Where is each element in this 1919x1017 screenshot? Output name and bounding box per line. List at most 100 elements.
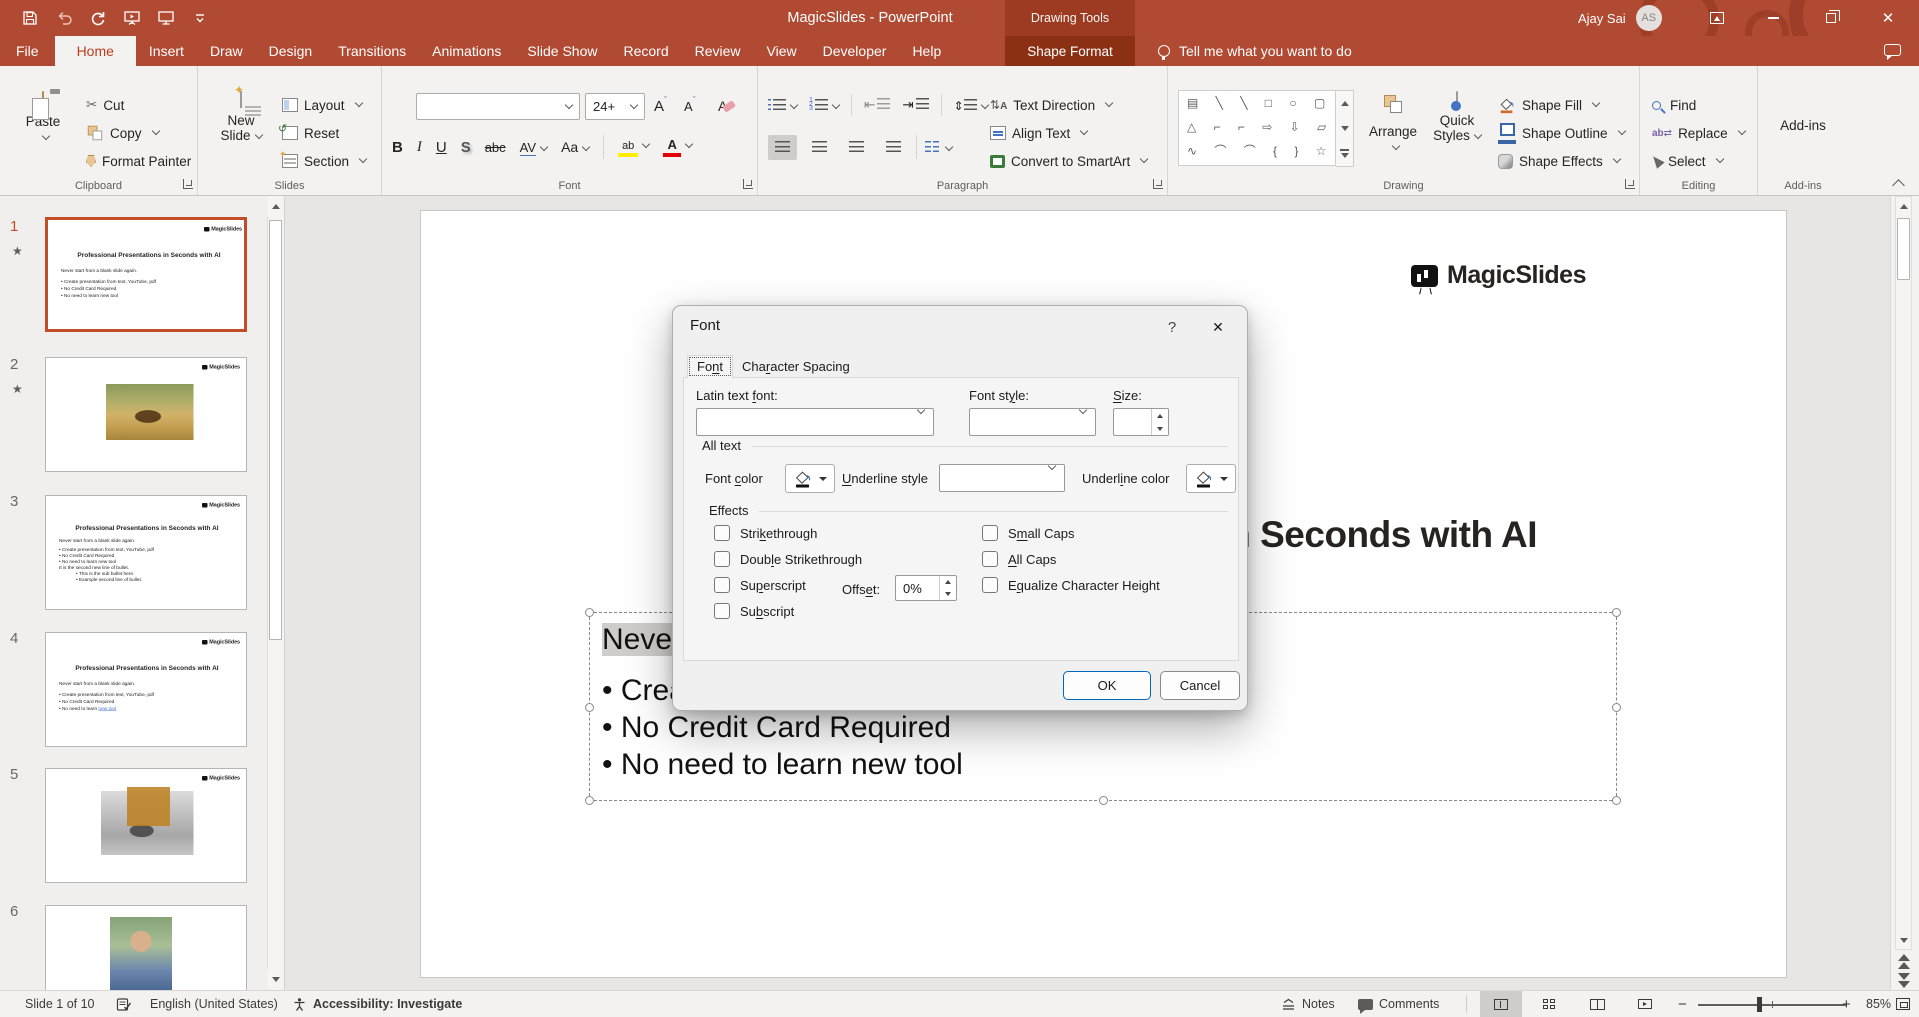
- shapes-row-1[interactable]: ▤ ╲ ╲ □ ○ ▢: [1179, 91, 1335, 115]
- font-color-dropdown-icon[interactable]: [819, 476, 827, 481]
- format-painter-button[interactable]: Format Painter: [86, 148, 191, 174]
- zoom-level[interactable]: 85%: [1866, 991, 1891, 1017]
- new-slide-dropdown-icon[interactable]: [254, 130, 263, 140]
- underline-color-dropdown-icon[interactable]: [1220, 476, 1228, 481]
- addins-button[interactable]: Add-ins: [1774, 92, 1832, 133]
- subscript-label[interactable]: Subscript: [740, 604, 794, 619]
- shapes-gallery[interactable]: ▤ ╲ ╲ □ ○ ▢ △ ⌐ ⌐ ⇨ ⇩ ▱ ∿ ⌒ ⌒ { } ☆: [1178, 90, 1336, 166]
- strikethrough-checkbox[interactable]: [714, 525, 730, 541]
- font-color-dropdown-icon[interactable]: [684, 139, 694, 149]
- offset-up-icon[interactable]: [940, 576, 956, 588]
- text-direction-button[interactable]: ⇅A Text Direction: [990, 92, 1114, 118]
- font-style-dropdown-icon[interactable]: [1078, 405, 1088, 415]
- close-button[interactable]: ✕: [1866, 0, 1910, 36]
- shape-fill-button[interactable]: Shape Fill: [1498, 92, 1601, 118]
- arrange-button[interactable]: Arrange: [1364, 92, 1422, 154]
- italic-button[interactable]: I: [417, 139, 422, 156]
- columns-dropdown-icon[interactable]: [944, 142, 954, 151]
- resize-handle-bottom-center[interactable]: [1099, 796, 1108, 805]
- tab-help[interactable]: Help: [899, 36, 954, 66]
- spell-check-icon[interactable]: [116, 991, 132, 1017]
- resize-handle-top-right[interactable]: [1612, 608, 1621, 617]
- gallery-down-icon[interactable]: [1336, 116, 1353, 141]
- font-size-dropdown-icon[interactable]: [629, 100, 639, 109]
- font-name-dropdown-icon[interactable]: [564, 100, 574, 109]
- resize-handle-bottom-left[interactable]: [585, 796, 594, 805]
- tab-file[interactable]: File: [0, 36, 55, 66]
- tab-design[interactable]: Design: [256, 36, 326, 66]
- thumbnail-scroll-down-icon[interactable]: [267, 969, 284, 989]
- restore-button[interactable]: [1809, 0, 1853, 36]
- previous-slide-button[interactable]: [1897, 954, 1911, 969]
- tab-record[interactable]: Record: [610, 36, 681, 66]
- shape-fill-dropdown-icon[interactable]: [1591, 98, 1601, 108]
- smartart-dropdown-icon[interactable]: [1140, 154, 1149, 164]
- slide-thumbnail-4[interactable]: MagicSlides Professional Presentations i…: [45, 632, 247, 747]
- equalize-height-label[interactable]: Equalize Character Height: [1008, 578, 1160, 593]
- double-strikethrough-checkbox[interactable]: [714, 551, 730, 567]
- zoom-slider-thumb[interactable]: [1757, 997, 1762, 1012]
- double-strikethrough-label[interactable]: Double Strikethrough: [740, 552, 862, 567]
- tab-insert[interactable]: Insert: [136, 36, 197, 66]
- highlight-dropdown-icon[interactable]: [641, 139, 651, 149]
- text-direction-dropdown-icon[interactable]: [1104, 98, 1114, 108]
- ok-button[interactable]: OK: [1063, 671, 1151, 700]
- font-size-combo[interactable]: 24+: [585, 93, 645, 120]
- font-dialog-launcher-icon[interactable]: [743, 179, 753, 189]
- character-spacing-dropdown-icon[interactable]: [539, 142, 549, 151]
- strikethrough-label[interactable]: Strikethrough: [740, 526, 817, 541]
- dialog-tab-character-spacing[interactable]: Character Spacing: [733, 356, 859, 378]
- section-button[interactable]: ✦ Section: [279, 148, 368, 174]
- shapes-row-2[interactable]: △ ⌐ ⌐ ⇨ ⇩ ▱: [1179, 115, 1335, 139]
- tab-review[interactable]: Review: [682, 36, 754, 66]
- subscript-checkbox[interactable]: [714, 603, 730, 619]
- save-icon[interactable]: [20, 7, 40, 29]
- shape-outline-button[interactable]: Shape Outline: [1498, 120, 1626, 146]
- font-style-combo[interactable]: [969, 405, 1096, 436]
- normal-view-button[interactable]: [1480, 991, 1522, 1017]
- comments-button[interactable]: Comments: [1358, 991, 1439, 1017]
- character-spacing-button[interactable]: AV: [519, 139, 549, 156]
- quick-styles-button[interactable]: Quick Styles: [1426, 91, 1488, 143]
- undo-icon[interactable]: [54, 7, 74, 29]
- next-slide-button[interactable]: [1897, 973, 1911, 988]
- clear-formatting-button[interactable]: A: [718, 93, 737, 119]
- copy-button[interactable]: Copy: [86, 120, 160, 146]
- bullets-button[interactable]: [768, 98, 799, 113]
- text-line-bullet-2[interactable]: • No Credit Card Required: [602, 711, 951, 745]
- justify-button[interactable]: [879, 135, 908, 160]
- tab-transitions[interactable]: Transitions: [325, 36, 419, 66]
- canvas-scroll-up-icon[interactable]: [1895, 196, 1912, 216]
- copy-dropdown-icon[interactable]: [151, 126, 160, 136]
- canvas-scrollbar-track[interactable]: [1895, 196, 1912, 950]
- resize-handle-middle-right[interactable]: [1612, 703, 1621, 712]
- numbering-button[interactable]: 123: [809, 97, 841, 113]
- start-slideshow-icon[interactable]: [122, 7, 142, 29]
- align-text-button[interactable]: Align Text: [990, 120, 1089, 146]
- find-button[interactable]: Find: [1652, 92, 1696, 118]
- tab-slide-show[interactable]: Slide Show: [514, 36, 610, 66]
- dialog-tab-font[interactable]: Font: [687, 355, 734, 378]
- dialog-help-button[interactable]: ?: [1157, 314, 1187, 340]
- all-caps-label[interactable]: All Caps: [1008, 552, 1056, 567]
- slide-thumbnail-6[interactable]: [45, 905, 247, 990]
- collapse-ribbon-icon[interactable]: [1892, 179, 1905, 192]
- size-down-icon[interactable]: [1152, 422, 1168, 435]
- cut-button[interactable]: ✂ Cut: [86, 92, 124, 118]
- resize-handle-bottom-right[interactable]: [1612, 796, 1621, 805]
- slide-show-view-button[interactable]: [1624, 991, 1666, 1017]
- ribbon-display-options-button[interactable]: [1695, 0, 1739, 36]
- grow-font-button[interactable]: Aˆ: [654, 93, 667, 119]
- latin-font-combo[interactable]: [696, 405, 934, 436]
- tab-draw[interactable]: Draw: [197, 36, 256, 66]
- paste-button[interactable]: Paste: [14, 91, 72, 144]
- line-spacing-dropdown-icon[interactable]: [980, 100, 989, 109]
- zoom-in-button[interactable]: +: [1842, 991, 1851, 1017]
- offset-spinner[interactable]: 0%: [895, 575, 957, 601]
- new-slide-button[interactable]: NewSlide: [214, 91, 268, 143]
- paragraph-dialog-launcher-icon[interactable]: [1153, 179, 1163, 189]
- tab-shape-format[interactable]: Shape Format: [1005, 36, 1135, 66]
- underline-style-combo[interactable]: [939, 461, 1065, 492]
- tab-animations[interactable]: Animations: [419, 36, 514, 66]
- dialog-close-button[interactable]: ✕: [1201, 314, 1235, 340]
